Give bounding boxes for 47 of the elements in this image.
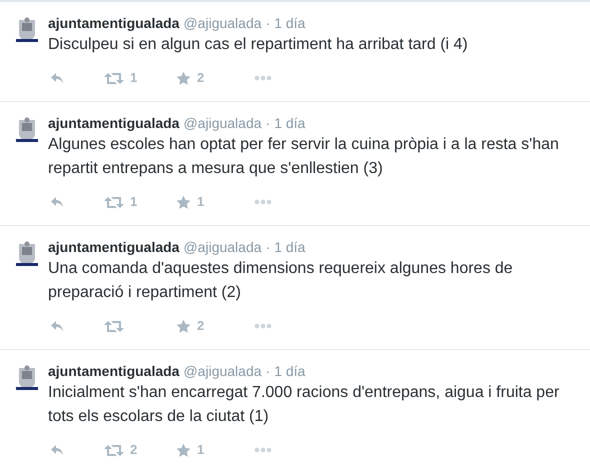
crest-icon <box>14 364 40 392</box>
user-handle[interactable]: @ajigualada <box>183 114 262 132</box>
star-icon[interactable] <box>176 70 191 86</box>
more-icon[interactable] <box>254 323 272 329</box>
user-name[interactable]: ajuntamentigualada <box>48 238 180 256</box>
more-icon[interactable] <box>254 75 272 81</box>
tweet-time[interactable]: 1 día <box>274 238 306 256</box>
separator-dot: · <box>266 238 270 256</box>
user-handle[interactable]: @ajigualada <box>183 14 262 32</box>
tweet-time[interactable]: 1 día <box>274 362 306 380</box>
tweet-text: Una comanda d'aquestes dimensions requereix algunes hores de preparació i repartiment (2) <box>48 259 514 303</box>
tweet-text: Algunes escoles han optat per fer servir la cuina pròpia i a la resta s'han repartit entrepans a mesura que s'enllestien (3) <box>48 135 560 179</box>
reply-icon[interactable] <box>50 444 64 456</box>
retweet-icon[interactable] <box>104 320 124 332</box>
star-icon[interactable] <box>176 194 191 210</box>
tweet-time[interactable]: 1 día <box>274 114 306 132</box>
separator-dot: · <box>266 14 270 32</box>
more-icon[interactable] <box>254 447 272 453</box>
retweet-icon[interactable] <box>104 196 124 208</box>
reply-icon[interactable] <box>50 72 64 84</box>
crest-icon <box>14 240 40 268</box>
retweet-count: 1 <box>130 193 138 212</box>
retweet-count: 2 <box>130 441 138 460</box>
favorite-count: 1 <box>197 193 204 212</box>
retweet-icon[interactable] <box>104 72 124 84</box>
favorite-count: 2 <box>197 317 204 336</box>
crest-icon <box>14 16 40 44</box>
user-handle[interactable]: @ajigualada <box>183 362 262 380</box>
user-handle[interactable]: @ajigualada <box>183 238 262 256</box>
user-name[interactable]: ajuntamentigualada <box>48 362 180 380</box>
user-name[interactable]: ajuntamentigualada <box>48 14 180 32</box>
more-icon[interactable] <box>254 199 272 205</box>
star-icon[interactable] <box>176 318 191 334</box>
user-name[interactable]: ajuntamentigualada <box>48 114 180 132</box>
separator-dot: · <box>266 362 270 380</box>
separator-dot: · <box>266 114 270 132</box>
crest-icon <box>14 116 40 144</box>
favorite-count: 2 <box>197 69 204 88</box>
retweet-icon[interactable] <box>104 444 124 456</box>
tweet-text: Disculpeu si en algun cas el repartiment ha arribat tard (i 4) <box>48 35 468 55</box>
tweet-text: Inicialment s'han encarregat 7.000 racions d'entrepans, aigua i fruita per tots els escolars de la ciutat (1) <box>48 383 560 427</box>
star-icon[interactable] <box>176 442 191 458</box>
reply-icon[interactable] <box>50 196 64 208</box>
reply-icon[interactable] <box>50 320 64 332</box>
retweet-count: 1 <box>130 69 138 88</box>
favorite-count: 1 <box>197 441 204 460</box>
tweet-time[interactable]: 1 día <box>274 14 306 32</box>
